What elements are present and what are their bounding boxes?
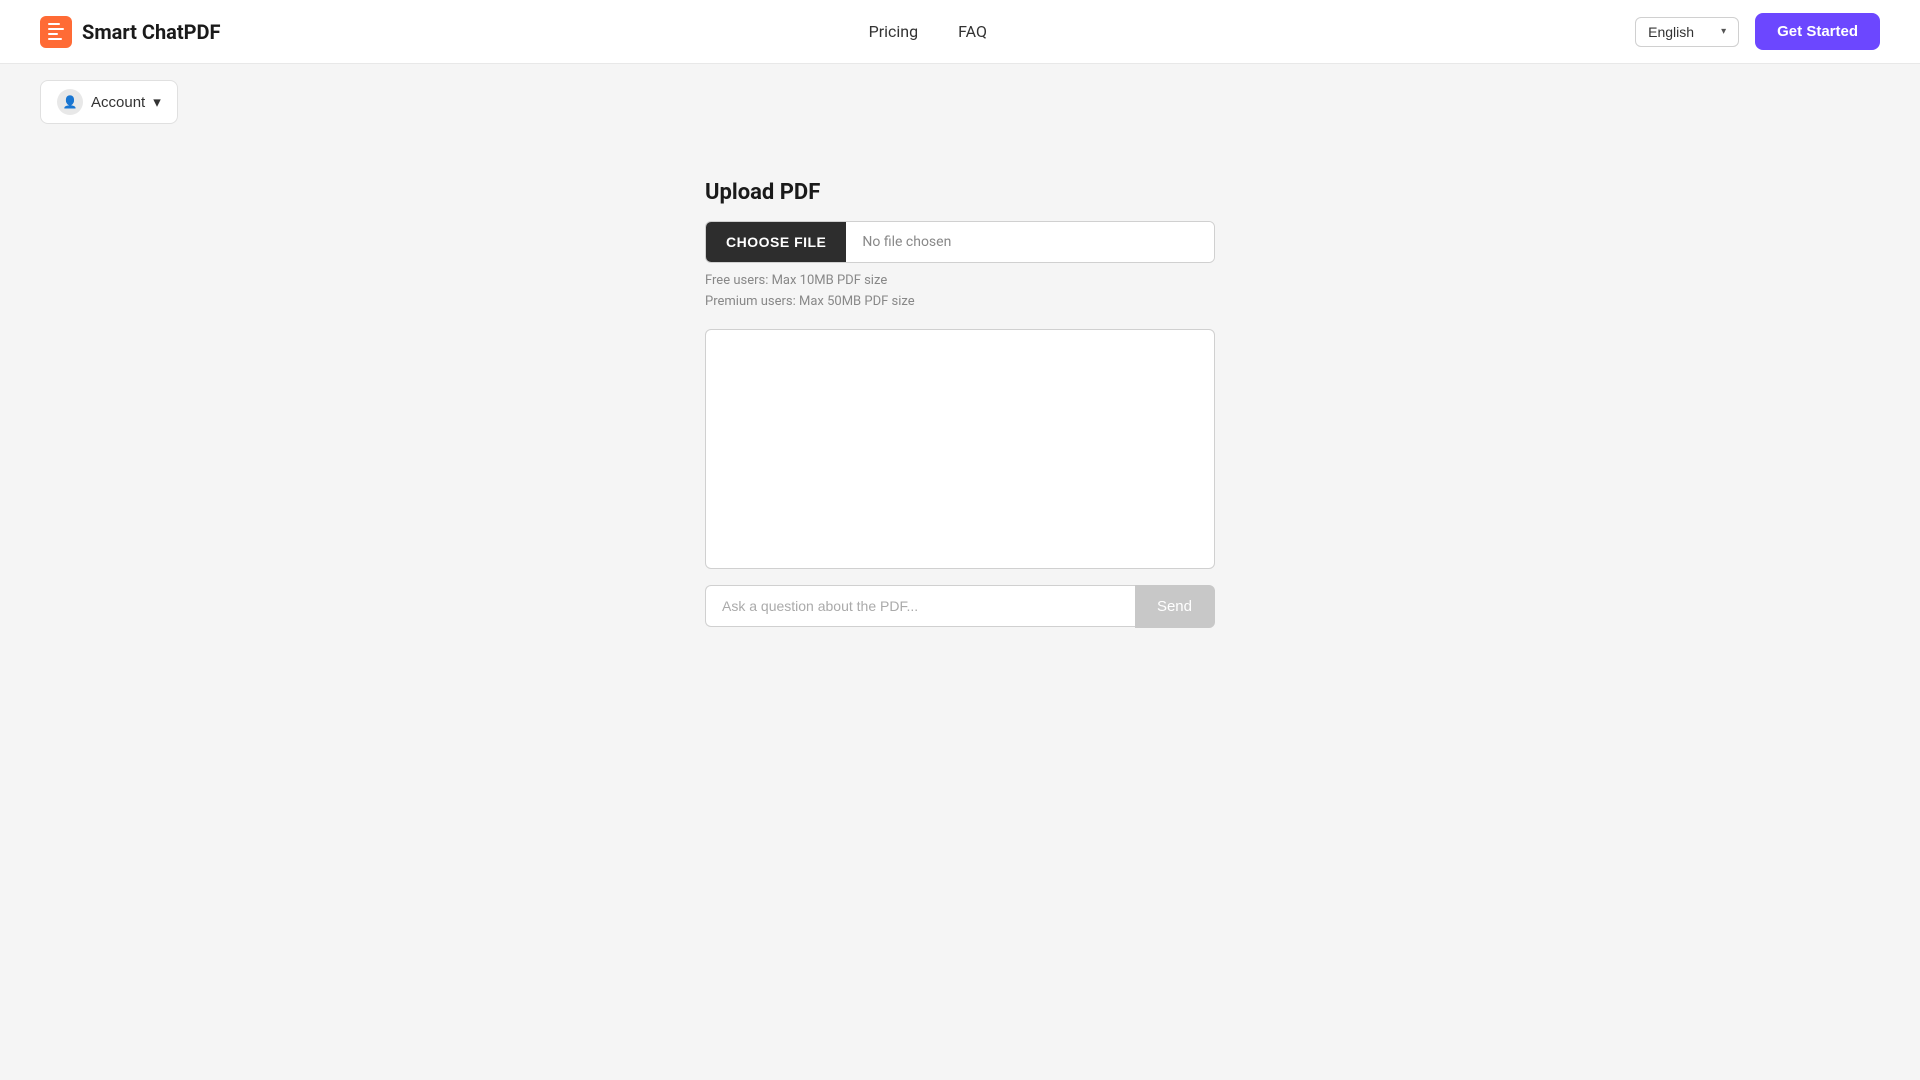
chat-input[interactable] bbox=[705, 585, 1135, 627]
file-name-display: No file chosen bbox=[846, 222, 1214, 262]
brand-area: Smart ChatPDF bbox=[40, 16, 221, 48]
navbar-right: English Spanish French German Chinese Ja… bbox=[1635, 13, 1880, 50]
avatar: 👤 bbox=[57, 89, 83, 115]
pdf-preview-area bbox=[705, 329, 1215, 569]
get-started-button[interactable]: Get Started bbox=[1755, 13, 1880, 50]
hint-premium: Premium users: Max 50MB PDF size bbox=[705, 292, 1215, 313]
upload-container: Upload PDF CHOOSE FILE No file chosen Fr… bbox=[705, 180, 1215, 628]
send-button[interactable]: Send bbox=[1135, 585, 1215, 628]
navbar: Smart ChatPDF Pricing FAQ English Spanis… bbox=[0, 0, 1920, 64]
upload-hints: Free users: Max 10MB PDF size Premium us… bbox=[705, 271, 1215, 313]
pricing-link[interactable]: Pricing bbox=[869, 22, 919, 41]
nav-links: Pricing FAQ bbox=[869, 22, 987, 41]
chevron-down-icon: ▾ bbox=[153, 93, 161, 111]
main-content: Upload PDF CHOOSE FILE No file chosen Fr… bbox=[0, 140, 1920, 668]
file-input-row: CHOOSE FILE No file chosen bbox=[705, 221, 1215, 263]
choose-file-button[interactable]: CHOOSE FILE bbox=[706, 222, 846, 262]
chat-input-row: Send bbox=[705, 585, 1215, 628]
language-selector[interactable]: English Spanish French German Chinese Ja… bbox=[1635, 17, 1739, 47]
sub-bar: 👤 Account ▾ bbox=[0, 64, 1920, 140]
logo-icon bbox=[40, 16, 72, 48]
hint-free: Free users: Max 10MB PDF size bbox=[705, 271, 1215, 292]
account-label: Account bbox=[91, 94, 145, 111]
faq-link[interactable]: FAQ bbox=[958, 22, 987, 41]
upload-title: Upload PDF bbox=[705, 180, 1215, 205]
avatar-icon: 👤 bbox=[63, 95, 78, 109]
account-button[interactable]: 👤 Account ▾ bbox=[40, 80, 178, 124]
chevron-down-icon: ▾ bbox=[1721, 26, 1726, 37]
language-dropdown[interactable]: English Spanish French German Chinese Ja… bbox=[1648, 24, 1713, 40]
brand-name: Smart ChatPDF bbox=[82, 20, 221, 44]
